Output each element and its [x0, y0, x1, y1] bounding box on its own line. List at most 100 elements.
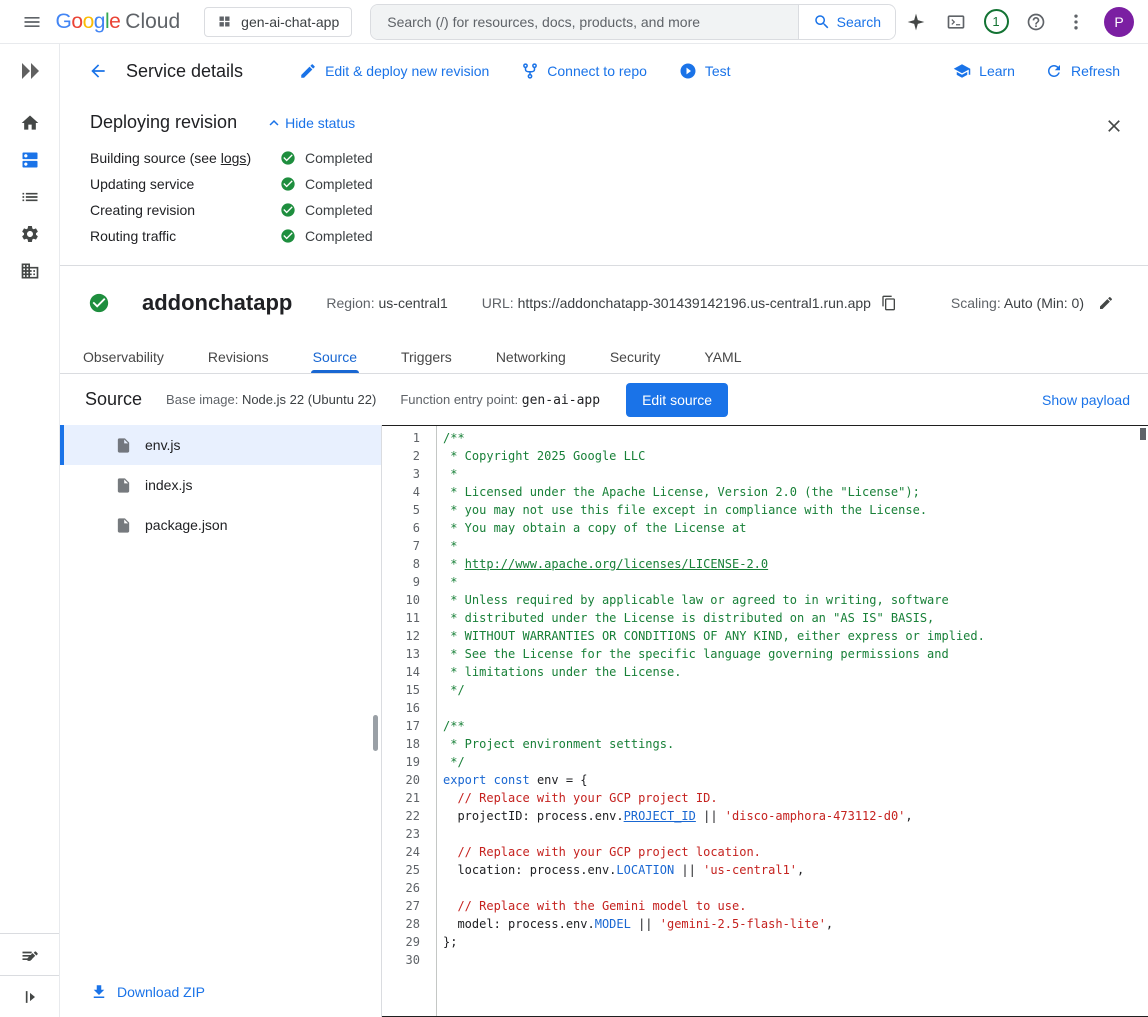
line-content: * You may obtain a copy of the License a…: [436, 519, 746, 537]
line-number: 12: [382, 627, 436, 645]
tab-source[interactable]: Source: [311, 340, 359, 373]
sidebar-item-domains[interactable]: [0, 252, 59, 289]
hide-status-button[interactable]: Hide status: [265, 114, 355, 132]
code-line: 13 * See the License for the specific la…: [382, 645, 1148, 663]
search-icon: [813, 13, 831, 31]
release-notes-button[interactable]: [0, 934, 59, 975]
cloud-shell-button[interactable]: [936, 2, 976, 42]
service-region: Region: us-central1: [326, 295, 447, 311]
page-title: Service details: [126, 61, 243, 82]
code-editor[interactable]: 1/**2 * Copyright 2025 Google LLC3 *4 * …: [382, 425, 1148, 1017]
line-content: /**: [436, 429, 465, 447]
connect-repo-button[interactable]: Connect to repo: [521, 62, 647, 80]
expand-panel-button[interactable]: [0, 976, 59, 1017]
file-item-package.json[interactable]: package.json: [60, 505, 381, 545]
sidebar-item-services[interactable]: [0, 141, 59, 178]
copy-url-button[interactable]: [881, 295, 897, 311]
line-number: 6: [382, 519, 436, 537]
line-content: // Replace with your GCP project ID.: [436, 789, 718, 807]
download-icon: [90, 983, 108, 1001]
tab-revisions[interactable]: Revisions: [206, 340, 271, 373]
gemini-button[interactable]: [896, 2, 936, 42]
line-number: 5: [382, 501, 436, 519]
download-zip-button[interactable]: Download ZIP: [90, 983, 205, 1001]
main-menu-button[interactable]: [12, 2, 52, 42]
code-line: 10 * Unless required by applicable law o…: [382, 591, 1148, 609]
sidebar-item-integrations[interactable]: [0, 215, 59, 252]
editor-scrollbar-thumb[interactable]: [1140, 428, 1146, 440]
refresh-label: Refresh: [1071, 63, 1120, 79]
learn-button[interactable]: Learn: [953, 62, 1015, 80]
line-number: 23: [382, 825, 436, 843]
line-content: *: [436, 573, 457, 591]
logs-link[interactable]: logs: [221, 150, 247, 166]
line-content: // Replace with the Gemini model to use.: [436, 897, 746, 915]
gutter-separator: [436, 426, 437, 1016]
project-selector[interactable]: gen-ai-chat-app: [204, 7, 352, 37]
line-content: * distributed under the License is distr…: [436, 609, 934, 627]
panel-scrollbar[interactable]: [373, 715, 378, 751]
refresh-icon: [1045, 62, 1063, 80]
code-line: 27 // Replace with the Gemini model to u…: [382, 897, 1148, 915]
services-icon: [20, 150, 40, 170]
pencil-icon: [299, 62, 317, 80]
tab-yaml[interactable]: YAML: [702, 340, 743, 373]
code-line: 14 * limitations under the License.: [382, 663, 1148, 681]
avatar[interactable]: P: [1104, 7, 1134, 37]
close-panel-button[interactable]: [1094, 106, 1134, 146]
tab-triggers[interactable]: Triggers: [399, 340, 454, 373]
gemini-sparkle-icon: [906, 12, 926, 32]
repo-fork-icon: [521, 62, 539, 80]
deploy-status-panel: Deploying revision Hide status Building …: [60, 98, 1148, 266]
tab-observability[interactable]: Observability: [81, 340, 166, 373]
file-name: index.js: [145, 477, 192, 493]
code-line: 16: [382, 699, 1148, 717]
tab-networking[interactable]: Networking: [494, 340, 568, 373]
terminal-icon: [946, 12, 966, 32]
more-options-button[interactable]: [1056, 2, 1096, 42]
file-item-index.js[interactable]: index.js: [60, 465, 381, 505]
line-content: */: [436, 753, 465, 771]
service-scaling: Scaling: Auto (Min: 0): [951, 295, 1084, 311]
source-title: Source: [85, 389, 142, 410]
edit-deploy-button[interactable]: Edit & deploy new revision: [299, 62, 489, 80]
test-button[interactable]: Test: [679, 62, 731, 80]
line-content: * Licensed under the Apache License, Ver…: [436, 483, 920, 501]
search-input[interactable]: [371, 5, 797, 39]
google-cloud-logo[interactable]: Google Cloud: [56, 10, 181, 34]
line-content: [436, 879, 443, 897]
tab-security[interactable]: Security: [608, 340, 663, 373]
edit-source-button[interactable]: Edit source: [626, 383, 728, 417]
line-content: * See the License for the specific langu…: [436, 645, 949, 663]
edit-scaling-button[interactable]: [1098, 295, 1114, 311]
code-line: 5 * you may not use this file except in …: [382, 501, 1148, 519]
refresh-button[interactable]: Refresh: [1045, 62, 1120, 80]
domain-icon: [20, 261, 40, 281]
deploy-step-status: Completed: [280, 176, 373, 192]
topbar-icons: 1 P: [896, 2, 1140, 42]
copy-icon: [881, 295, 897, 311]
line-number: 11: [382, 609, 436, 627]
free-trial-badge[interactable]: 1: [976, 2, 1016, 42]
back-button[interactable]: [78, 51, 118, 91]
code-line: 18 * Project environment settings.: [382, 735, 1148, 753]
code-line: 4 * Licensed under the Apache License, V…: [382, 483, 1148, 501]
edit-deploy-label: Edit & deploy new revision: [325, 63, 489, 79]
code-line: 25 location: process.env.LOCATION || 'us…: [382, 861, 1148, 879]
deploy-step: Building source (see logs)Completed: [90, 145, 1118, 171]
sidebar-item-home[interactable]: [0, 104, 59, 141]
line-content: * Unless required by applicable law or a…: [436, 591, 949, 609]
search-button[interactable]: Search: [798, 5, 895, 39]
project-icon: [217, 14, 232, 29]
code-line: 11 * distributed under the License is di…: [382, 609, 1148, 627]
file-item-env.js[interactable]: env.js: [60, 425, 381, 465]
deploy-step-label: Updating service: [90, 176, 280, 192]
check-circle-icon: [280, 202, 296, 218]
sidebar-item-jobs[interactable]: [0, 178, 59, 215]
line-content: [436, 699, 443, 717]
show-payload-link[interactable]: Show payload: [1042, 392, 1130, 408]
help-button[interactable]: [1016, 2, 1056, 42]
code-line: 28 model: process.env.MODEL || 'gemini-2…: [382, 915, 1148, 933]
line-number: 25: [382, 861, 436, 879]
line-content: [436, 951, 443, 969]
